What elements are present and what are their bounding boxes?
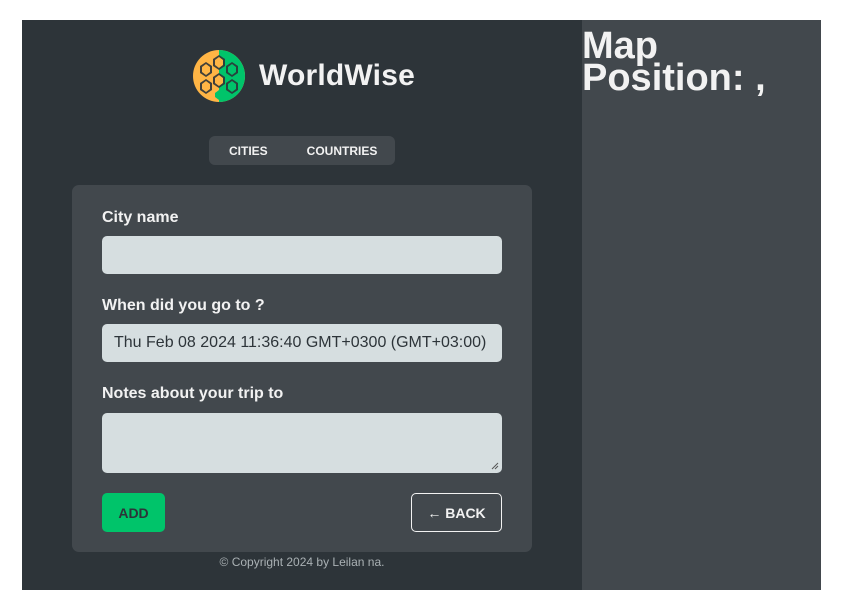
map-panel[interactable]: Map Position: , bbox=[582, 20, 821, 590]
copyright-text: © Copyright 2024 by Leilan na. bbox=[219, 555, 385, 569]
nav-countries-link[interactable]: Countries bbox=[287, 144, 398, 158]
app-layout: WorldWise Cities Countries City name Whe… bbox=[22, 20, 821, 590]
globe-logo-icon bbox=[193, 50, 245, 102]
brand-name: WorldWise bbox=[259, 59, 415, 92]
back-button[interactable]: ← Back bbox=[411, 493, 502, 532]
notes-textarea[interactable] bbox=[102, 413, 502, 473]
resize-handle-icon[interactable] bbox=[491, 462, 499, 470]
logo[interactable]: WorldWise bbox=[192, 49, 415, 103]
app-nav: Cities Countries bbox=[209, 136, 395, 165]
notes-label: Notes about your trip to bbox=[102, 385, 284, 402]
date-label: When did you go to ? bbox=[102, 297, 265, 314]
map-position: Position: , bbox=[582, 57, 766, 99]
add-city-form: City name When did you go to ? Thu Feb 0… bbox=[72, 185, 532, 552]
city-name-input[interactable] bbox=[102, 236, 502, 274]
city-name-label: City name bbox=[102, 209, 179, 226]
nav-cities-link[interactable]: Cities bbox=[209, 144, 287, 158]
date-input[interactable]: Thu Feb 08 2024 11:36:40 GMT+0300 (GMT+0… bbox=[102, 324, 502, 362]
add-button[interactable]: Add bbox=[102, 493, 165, 532]
sidebar: WorldWise Cities Countries City name Whe… bbox=[22, 20, 582, 590]
